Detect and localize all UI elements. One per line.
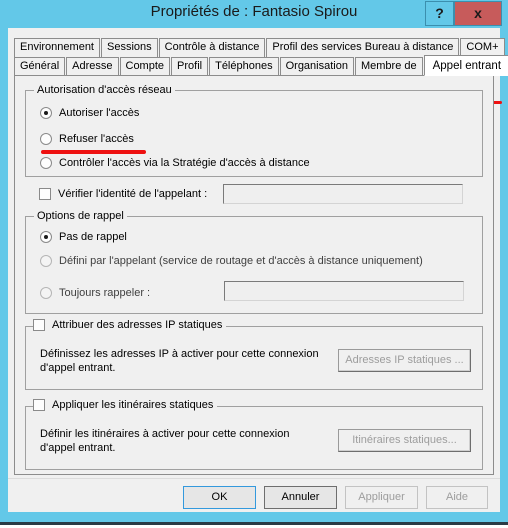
radio-toujours-rappeler[interactable]: Toujours rappeler :	[40, 287, 150, 299]
tab-environnement[interactable]: Environnement	[14, 38, 100, 57]
checkbox-mark-icon	[33, 399, 45, 411]
toujours-rappeler-input[interactable]	[224, 281, 464, 301]
radio-mark-icon	[40, 107, 52, 119]
tab-general[interactable]: Général	[14, 57, 66, 76]
itineraires-statiques-button[interactable]: Itinéraires statiques...	[338, 429, 471, 452]
static-ip-description: Définissez les adresses IP à activer pou…	[40, 347, 340, 375]
tab-telephones[interactable]: Téléphones	[209, 57, 279, 76]
static-routes-description-line1: Définir les itinéraires à activer pour c…	[40, 428, 290, 440]
tab-membre-de[interactable]: Membre de	[354, 57, 423, 76]
verifier-identite-appelant-input[interactable]	[223, 184, 463, 204]
radio-pas-de-rappel[interactable]: Pas de rappel	[40, 231, 127, 243]
static-routes-description: Définir les itinéraires à activer pour c…	[40, 427, 340, 455]
checkbox-appliquer-itineraires[interactable]: Appliquer les itinéraires statiques	[33, 399, 218, 411]
tab-controle-a-distance[interactable]: Contrôle à distance	[158, 38, 266, 57]
groupbox-options-rappel-legend: Options de rappel	[34, 210, 127, 222]
radio-autoriser-acces[interactable]: Autoriser l'accès	[40, 107, 139, 119]
dialog-client-area: Environnement Sessions Contrôle à distan…	[8, 28, 508, 513]
radio-refuser-acces-label: Refuser l'accès	[59, 133, 134, 145]
radio-mark-icon	[40, 255, 52, 267]
help-button[interactable]: ?	[425, 1, 454, 26]
radio-controler-acces-strategie[interactable]: Contrôler l'accès via la Stratégie d'acc…	[40, 157, 310, 169]
radio-mark-icon	[40, 157, 52, 169]
tab-row-bottom: Général Adresse Compte Profil Téléphones…	[14, 55, 508, 76]
adresses-ip-statiques-button[interactable]: Adresses IP statiques ...	[338, 349, 471, 372]
tab-adresse[interactable]: Adresse	[66, 57, 119, 76]
radio-controler-acces-strategie-label: Contrôler l'accès via la Stratégie d'acc…	[59, 157, 310, 169]
checkbox-attribuer-adresses-ip-label: Attribuer des adresses IP statiques	[52, 319, 223, 331]
radio-mark-icon	[40, 133, 52, 145]
radio-mark-icon	[40, 287, 52, 299]
checkbox-mark-icon	[33, 319, 45, 331]
tab-compte[interactable]: Compte	[119, 57, 171, 76]
radio-autoriser-acces-label: Autoriser l'accès	[59, 107, 140, 119]
static-ip-description-line2: d'appel entrant.	[40, 362, 116, 374]
radio-toujours-rappeler-label: Toujours rappeler :	[59, 287, 151, 299]
radio-defini-par-appelant-label: Défini par l'appelant (service de routag…	[59, 255, 423, 267]
dialog-button-bar: OK Annuler Appliquer Aide	[8, 478, 500, 513]
close-button[interactable]: x	[454, 1, 502, 26]
groupbox-network-access: Autorisation d'accès réseau Autoriser l'…	[25, 84, 483, 177]
checkbox-appliquer-itineraires-label: Appliquer les itinéraires statiques	[52, 399, 214, 411]
groupbox-static-ip: Attribuer des adresses IP statiques Défi…	[25, 319, 483, 390]
tab-appel-entrant[interactable]: Appel entrant	[423, 55, 508, 76]
tab-organisation[interactable]: Organisation	[279, 57, 354, 76]
ok-button[interactable]: OK	[183, 486, 256, 509]
radio-defini-par-appelant[interactable]: Défini par l'appelant (service de routag…	[40, 255, 423, 267]
radio-mark-icon	[40, 231, 52, 243]
checkbox-mark-icon	[39, 188, 51, 200]
static-routes-description-line2: d'appel entrant.	[40, 442, 116, 454]
tab-sessions[interactable]: Sessions	[101, 38, 158, 57]
static-ip-description-line1: Définissez les adresses IP à activer pou…	[40, 348, 319, 360]
appliquer-button[interactable]: Appliquer	[345, 486, 418, 509]
radio-pas-de-rappel-label: Pas de rappel	[59, 231, 127, 243]
checkbox-verifier-identite-appelant-label: Vérifier l'identité de l'appelant :	[58, 188, 208, 200]
groupbox-static-routes: Appliquer les itinéraires statiques Défi…	[25, 399, 483, 470]
tab-profil[interactable]: Profil	[171, 57, 209, 76]
groupbox-options-rappel: Options de rappel Pas de rappel Défini p…	[25, 210, 483, 314]
checkbox-attribuer-adresses-ip[interactable]: Attribuer des adresses IP statiques	[33, 319, 227, 331]
annuler-button[interactable]: Annuler	[264, 486, 337, 509]
tab-strip: Environnement Sessions Contrôle à distan…	[14, 38, 508, 76]
checkbox-verifier-identite-appelant[interactable]: Vérifier l'identité de l'appelant :	[39, 188, 207, 200]
properties-dialog-window: Propriétés de : Fantasio Spirou ? x Envi…	[0, 0, 508, 528]
tab-page-appel-entrant: Autorisation d'accès réseau Autoriser l'…	[14, 75, 494, 475]
groupbox-network-access-legend: Autorisation d'accès réseau	[34, 84, 175, 96]
aide-button[interactable]: Aide	[426, 486, 488, 509]
radio-refuser-acces[interactable]: Refuser l'accès	[40, 133, 134, 145]
title-bar: Propriétés de : Fantasio Spirou ? x	[0, 0, 508, 28]
